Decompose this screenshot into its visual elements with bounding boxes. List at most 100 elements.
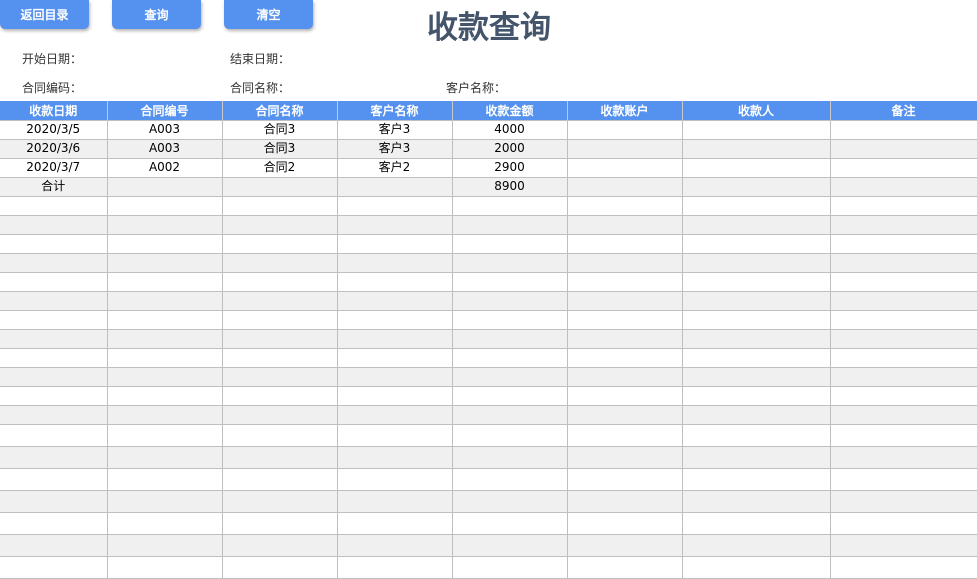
table-cell[interactable]: [682, 366, 831, 387]
table-cell[interactable]: [452, 404, 568, 425]
table-cell[interactable]: 2900: [452, 157, 568, 178]
table-cell[interactable]: [0, 445, 108, 469]
table-cell[interactable]: [830, 511, 977, 535]
table-cell[interactable]: [107, 271, 223, 292]
table-cell[interactable]: [682, 445, 831, 469]
table-cell[interactable]: [682, 467, 831, 491]
table-cell[interactable]: [830, 271, 977, 292]
table-cell[interactable]: [107, 423, 223, 447]
table-cell[interactable]: [567, 119, 683, 140]
table-cell[interactable]: 2020/3/6: [0, 138, 108, 159]
table-cell[interactable]: [452, 489, 568, 513]
table-cell[interactable]: A002: [107, 157, 223, 178]
table-cell[interactable]: [567, 252, 683, 273]
table-cell[interactable]: [107, 233, 223, 254]
table-cell[interactable]: [222, 385, 338, 406]
table-cell[interactable]: [107, 309, 223, 330]
table-cell[interactable]: [107, 366, 223, 387]
table-cell[interactable]: [567, 423, 683, 447]
table-cell[interactable]: [452, 533, 568, 557]
table-cell[interactable]: [337, 347, 453, 368]
table-cell[interactable]: [567, 138, 683, 159]
table-cell[interactable]: [0, 195, 108, 216]
table-cell[interactable]: [222, 195, 338, 216]
table-cell[interactable]: [222, 176, 338, 197]
table-cell[interactable]: 4000: [452, 119, 568, 140]
table-cell[interactable]: [0, 233, 108, 254]
table-cell[interactable]: [222, 423, 338, 447]
table-cell[interactable]: [567, 511, 683, 535]
table-cell[interactable]: [0, 347, 108, 368]
table-cell[interactable]: [0, 555, 108, 579]
table-cell[interactable]: [830, 347, 977, 368]
table-cell[interactable]: [830, 309, 977, 330]
table-cell[interactable]: [222, 489, 338, 513]
table-cell[interactable]: [830, 445, 977, 469]
table-cell[interactable]: [337, 366, 453, 387]
table-cell[interactable]: [107, 176, 223, 197]
table-cell[interactable]: [452, 252, 568, 273]
table-cell[interactable]: [682, 233, 831, 254]
table-cell[interactable]: [452, 445, 568, 469]
table-cell[interactable]: [567, 555, 683, 579]
table-cell[interactable]: 2000: [452, 138, 568, 159]
table-cell[interactable]: [452, 309, 568, 330]
table-cell[interactable]: [567, 467, 683, 491]
table-cell[interactable]: [452, 385, 568, 406]
column-header[interactable]: 收款日期: [0, 101, 108, 120]
table-cell[interactable]: [830, 119, 977, 140]
table-cell[interactable]: [830, 467, 977, 491]
table-cell[interactable]: [337, 214, 453, 235]
table-cell[interactable]: [830, 385, 977, 406]
start-date-input[interactable]: [86, 47, 226, 67]
table-cell[interactable]: [682, 138, 831, 159]
table-cell[interactable]: [337, 467, 453, 491]
table-cell[interactable]: [107, 328, 223, 349]
table-cell[interactable]: [452, 328, 568, 349]
table-cell[interactable]: [107, 555, 223, 579]
table-cell[interactable]: [222, 328, 338, 349]
table-cell[interactable]: [830, 489, 977, 513]
table-cell[interactable]: [222, 290, 338, 311]
table-cell[interactable]: [452, 555, 568, 579]
table-cell[interactable]: [682, 309, 831, 330]
table-cell[interactable]: [452, 366, 568, 387]
table-cell[interactable]: [222, 271, 338, 292]
back-to-menu-button[interactable]: 返回目录: [0, 0, 89, 29]
table-cell[interactable]: [222, 366, 338, 387]
column-header[interactable]: 收款账户: [567, 101, 683, 120]
table-cell[interactable]: [682, 555, 831, 579]
table-cell[interactable]: [567, 195, 683, 216]
table-cell[interactable]: [0, 423, 108, 447]
table-cell[interactable]: [107, 467, 223, 491]
column-header[interactable]: 客户名称: [337, 101, 453, 120]
table-cell[interactable]: [452, 467, 568, 491]
table-cell[interactable]: [567, 271, 683, 292]
customer-name-input[interactable]: [544, 76, 684, 96]
table-cell[interactable]: [0, 290, 108, 311]
table-cell[interactable]: [682, 195, 831, 216]
column-header[interactable]: 收款人: [682, 101, 831, 120]
table-cell[interactable]: [830, 176, 977, 197]
table-cell[interactable]: [337, 233, 453, 254]
table-cell[interactable]: [222, 347, 338, 368]
table-cell[interactable]: [0, 271, 108, 292]
table-cell[interactable]: [567, 328, 683, 349]
table-cell[interactable]: [830, 328, 977, 349]
table-cell[interactable]: A003: [107, 138, 223, 159]
table-cell[interactable]: [682, 157, 831, 178]
table-cell[interactable]: [107, 404, 223, 425]
table-cell[interactable]: [222, 445, 338, 469]
table-cell[interactable]: [222, 467, 338, 491]
table-cell[interactable]: [567, 489, 683, 513]
table-cell[interactable]: A003: [107, 119, 223, 140]
table-cell[interactable]: [452, 423, 568, 447]
table-cell[interactable]: [830, 533, 977, 557]
table-cell[interactable]: 客户2: [337, 157, 453, 178]
table-cell[interactable]: [222, 233, 338, 254]
table-cell[interactable]: [452, 271, 568, 292]
table-cell[interactable]: [567, 385, 683, 406]
table-cell[interactable]: [830, 233, 977, 254]
table-cell[interactable]: [0, 252, 108, 273]
table-cell[interactable]: [222, 511, 338, 535]
